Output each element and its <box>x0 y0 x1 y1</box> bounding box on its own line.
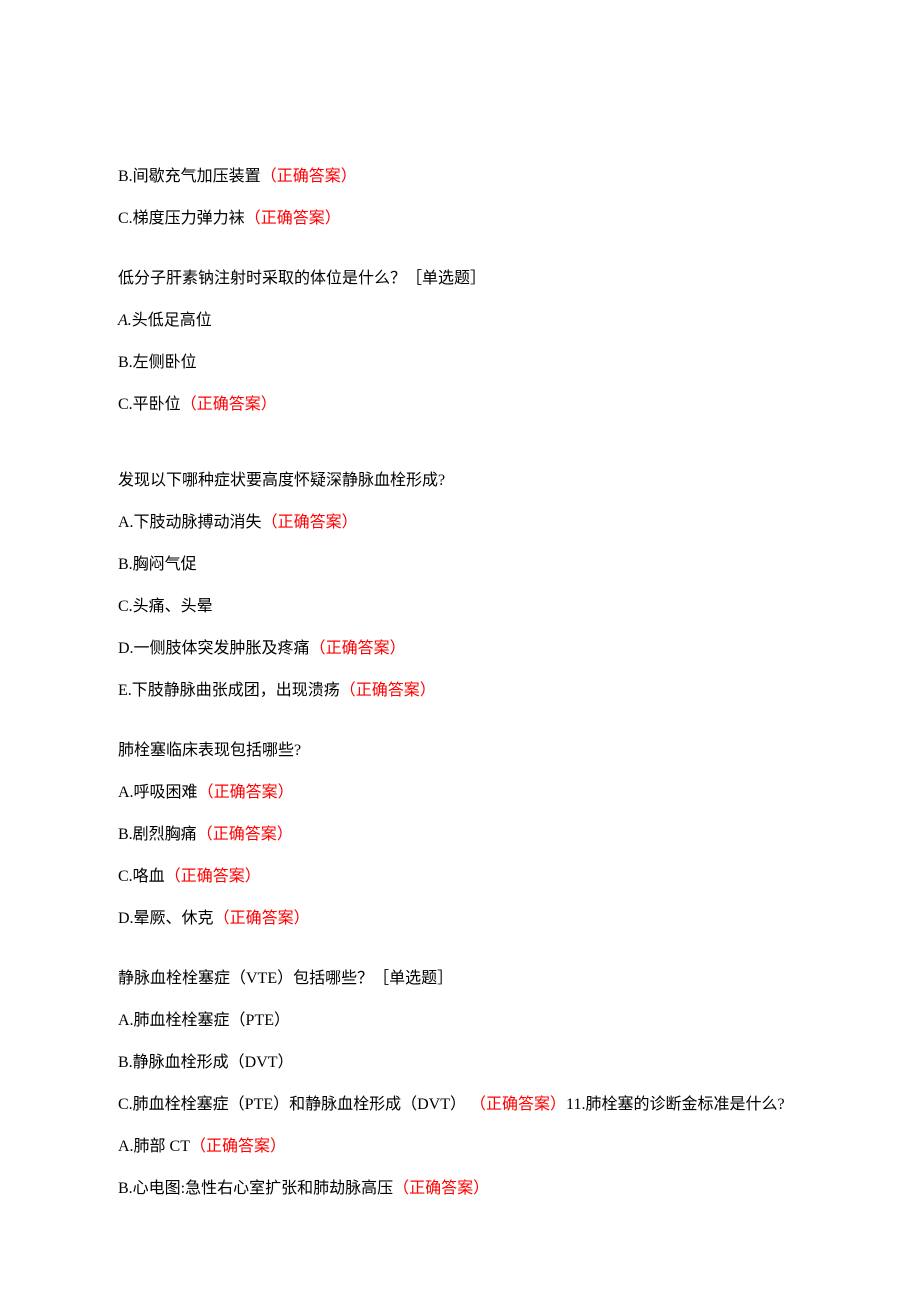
option-text: C.头痛、头晕 <box>118 598 213 615</box>
correct-mark: （正确答案） <box>393 1180 489 1197</box>
q2-option-c: C.平卧位（正确答案） <box>118 393 802 417</box>
correct-mark: （正确答案） <box>245 210 341 227</box>
q6-option-b: B.心电图:急性右心室扩张和肺劫脉高压（正确答案） <box>118 1177 802 1201</box>
q3-option-a: A.下肢动脉搏动消失（正确答案） <box>118 511 802 535</box>
trailing-text: 11.肺栓塞的诊断金标准是什么? <box>566 1096 785 1113</box>
option-text: B.胸闷气促 <box>118 556 197 573</box>
correct-mark: （正确答案） <box>340 682 436 699</box>
correct-mark: （正确答案） <box>181 396 277 413</box>
q3-stem: 发现以下哪种症状要高度怀疑深静脉血栓形成? <box>118 469 802 493</box>
correct-mark: （正确答案） <box>214 910 310 927</box>
option-text: A.肺部 CT <box>118 1138 190 1155</box>
correct-mark: （正确答案） <box>197 826 293 843</box>
option-text: A.肺血栓栓塞症（PTE） <box>118 1012 290 1029</box>
correct-mark: （正确答案） <box>261 168 357 185</box>
option-prefix: A. <box>118 312 132 329</box>
option-text: E.下肢静脉曲张成团，出现溃疡 <box>118 682 340 699</box>
correct-mark: （正确答案） <box>262 514 358 531</box>
q5-stem: 静脉血栓栓塞症（VTE）包括哪些？［单选题］ <box>118 967 802 991</box>
document-page: B.间歇充气加压装置（正确答案） C.梯度压力弹力袜（正确答案） 低分子肝素钠注… <box>0 0 920 1279</box>
q3-option-e: E.下肢静脉曲张成团，出现溃疡（正确答案） <box>118 679 802 703</box>
q5-option-c: C.肺血栓栓塞症（PTE）和静脉血栓形成（DVT） （正确答案）11.肺栓塞的诊… <box>118 1093 802 1117</box>
option-text: C.梯度压力弹力袜 <box>118 210 245 227</box>
option-text: A.呼吸困难 <box>118 784 198 801</box>
question-text: 肺栓塞临床表现包括哪些? <box>118 742 301 759</box>
q4-option-a: A.呼吸困难（正确答案） <box>118 781 802 805</box>
q3-option-b: B.胸闷气促 <box>118 553 802 577</box>
q4-option-d: D.晕厥、休克（正确答案） <box>118 907 802 931</box>
q4-option-c: C.咯血（正确答案） <box>118 865 802 889</box>
q4-option-b: B.剧烈胸痛（正确答案） <box>118 823 802 847</box>
option-text: B.剧烈胸痛 <box>118 826 197 843</box>
q2-option-a: A.头低足高位 <box>118 309 802 333</box>
q2-stem: 低分子肝素钠注射时采取的体位是什么？［单选题］ <box>118 267 802 291</box>
option-text: B.左侧卧位 <box>118 354 197 371</box>
correct-mark: （正确答案） <box>190 1138 286 1155</box>
q1-option-c: C.梯度压力弹力袜（正确答案） <box>118 207 802 231</box>
q5-option-b: B.静脉血栓形成（DVT） <box>118 1051 802 1075</box>
option-text: B.心电图:急性右心室扩张和肺劫脉高压 <box>118 1180 393 1197</box>
question-text: 低分子肝素钠注射时采取的体位是什么？［单选题］ <box>118 270 486 287</box>
q4-stem: 肺栓塞临床表现包括哪些? <box>118 739 802 763</box>
option-text: A.下肢动脉搏动消失 <box>118 514 262 531</box>
correct-mark: （正确答案） <box>165 868 261 885</box>
q5-option-a: A.肺血栓栓塞症（PTE） <box>118 1009 802 1033</box>
q1-option-b: B.间歇充气加压装置（正确答案） <box>118 165 802 189</box>
option-text: B.间歇充气加压装置 <box>118 168 261 185</box>
option-text: C.肺血栓栓塞症（PTE）和静脉血栓形成（DVT） <box>118 1096 466 1113</box>
option-text: B.静脉血栓形成（DVT） <box>118 1054 294 1071</box>
option-text: 头低足高位 <box>132 312 212 329</box>
correct-mark: （正确答案） <box>198 784 294 801</box>
q6-option-a: A.肺部 CT（正确答案） <box>118 1135 802 1159</box>
option-text: D.晕厥、休克 <box>118 910 214 927</box>
question-text: 静脉血栓栓塞症（VTE）包括哪些？［单选题］ <box>118 970 453 987</box>
question-text: 发现以下哪种症状要高度怀疑深静脉血栓形成? <box>118 472 445 489</box>
correct-mark: （正确答案） <box>310 640 406 657</box>
q3-option-d: D.一侧肢体突发肿胀及疼痛（正确答案） <box>118 637 802 661</box>
option-text: C.咯血 <box>118 868 165 885</box>
correct-mark: （正确答案） <box>470 1096 566 1113</box>
option-text: D.一侧肢体突发肿胀及疼痛 <box>118 640 310 657</box>
q3-option-c: C.头痛、头晕 <box>118 595 802 619</box>
option-text: C.平卧位 <box>118 396 181 413</box>
q2-option-b: B.左侧卧位 <box>118 351 802 375</box>
